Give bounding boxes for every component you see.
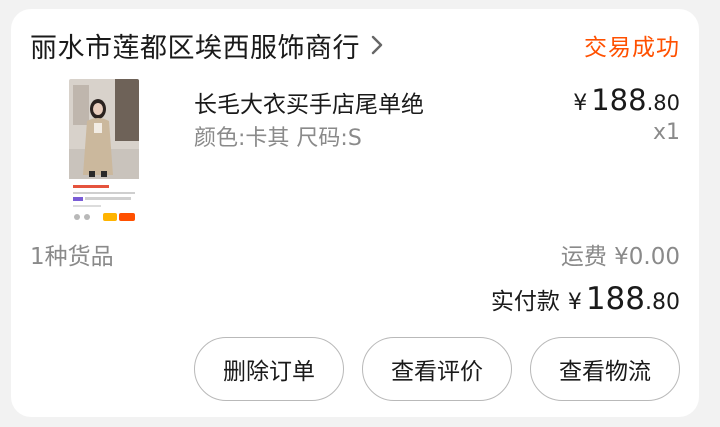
item-count: 1种货品: [30, 244, 114, 270]
order-status: 交易成功: [584, 35, 680, 61]
paid-label: 实付款: [490, 289, 560, 315]
chevron-right-icon: [371, 35, 383, 55]
paid-amount: 实付款 ¥ 188 .80: [491, 281, 680, 317]
order-actions: 删除订单 查看评价 查看物流: [194, 337, 680, 401]
product-thumbnail[interactable]: [69, 79, 139, 227]
shop-name: 丽水市莲都区埃西服饰商行: [30, 32, 360, 64]
delete-order-button[interactable]: 删除订单: [194, 337, 344, 401]
item-spec: 颜色:卡其 尺码:S: [194, 126, 362, 151]
paid-decimal: .80: [645, 290, 680, 315]
paid-integer: 188: [585, 281, 645, 317]
order-header: 丽水市莲都区埃西服饰商行 交易成功: [30, 25, 680, 65]
order-card: 丽水市莲都区埃西服饰商行 交易成功 长毛大衣买手店尾单绝 颜色:卡其 尺码:S …: [11, 9, 699, 417]
item-price: ¥ 188 .80: [573, 83, 680, 117]
price-integer: 188: [591, 83, 647, 117]
product-photo-icon: [69, 79, 139, 227]
price-currency: ¥: [573, 91, 588, 116]
view-review-button[interactable]: 查看评价: [362, 337, 512, 401]
view-logistics-button[interactable]: 查看物流: [530, 337, 680, 401]
item-quantity: x1: [652, 120, 680, 145]
price-decimal: .80: [646, 91, 680, 115]
shop-link[interactable]: 丽水市莲都区埃西服饰商行: [30, 26, 384, 65]
paid-currency: ¥: [567, 290, 582, 315]
shipping-fee: 运费 ¥0.00: [560, 244, 680, 270]
item-title[interactable]: 长毛大衣买手店尾单绝: [194, 85, 424, 119]
